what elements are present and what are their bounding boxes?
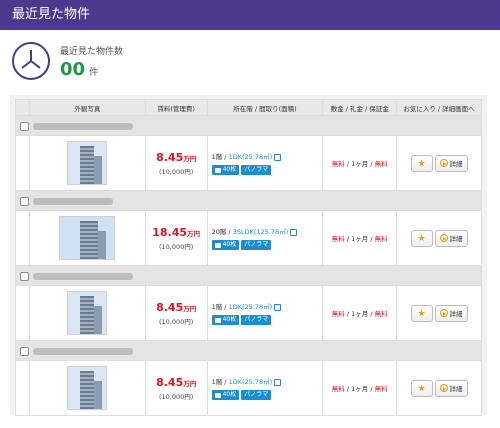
management-fee: (10,000円): [158, 242, 194, 251]
col-photo: 外観写真: [28, 99, 146, 116]
property-photo[interactable]: [59, 216, 116, 260]
rent-amount: 8.45: [156, 375, 184, 389]
recent-summary: 最近見た物件数 00 件: [12, 40, 123, 82]
property-name-row: [15, 340, 482, 361]
property-name-blurred[interactable]: [33, 273, 133, 280]
deposit-fees: 無料 / 1ヶ月 / 無料: [322, 210, 398, 266]
favorite-star-button[interactable]: ★: [410, 229, 433, 247]
copy-icon[interactable]: [290, 228, 298, 236]
rent-amount: 8.45: [156, 150, 184, 164]
management-fee: (10,000円): [158, 167, 194, 176]
photos-button[interactable]: 40枚: [211, 165, 240, 175]
play-icon: [439, 159, 448, 167]
rent-amount: 18.45: [152, 225, 188, 239]
photos-button[interactable]: 40枚: [211, 315, 240, 325]
detail-button[interactable]: 詳細: [434, 379, 468, 397]
count-label: 最近見た物件数: [60, 47, 124, 57]
recent-count: 00: [60, 59, 86, 80]
panorama-button[interactable]: パノラマ: [241, 240, 272, 250]
panorama-button[interactable]: パノラマ: [241, 165, 272, 175]
camera-icon: [214, 392, 221, 398]
property-row: 18.45万円 (10,000円) 20階 / 3SLDK(125.78㎡) 40…: [15, 210, 482, 266]
play-icon: [439, 234, 448, 242]
clock-icon: [12, 42, 50, 80]
copy-icon[interactable]: [274, 153, 282, 161]
col-rent: 賃料(管理費): [144, 99, 208, 116]
camera-icon: [214, 317, 221, 323]
play-icon: [439, 384, 448, 392]
property-list-panel: 外観写真 賃料(管理費) 所在階 / 間取り(面積) 敷金 / 礼金 / 保証金…: [10, 95, 487, 416]
property-row: 8.45万円 (10,000円) 1階 / 1DK(25.78㎡) 40枚 パノラマ…: [15, 135, 482, 191]
copy-icon[interactable]: [274, 303, 282, 311]
management-fee: (10,000円): [158, 317, 194, 326]
photos-button[interactable]: 40枚: [211, 390, 240, 400]
select-checkbox[interactable]: [20, 347, 29, 356]
floorplan-link[interactable]: 3SLDK(125.78㎡): [233, 228, 288, 236]
col-actions: お気に入り / 詳細画面へ: [396, 99, 482, 116]
camera-icon: [214, 242, 221, 248]
property-table: 外観写真 賃料(管理費) 所在階 / 間取り(面積) 敷金 / 礼金 / 保証金…: [15, 99, 482, 416]
property-name-row: [15, 115, 482, 136]
count-unit: 件: [89, 68, 99, 78]
play-icon: [439, 309, 448, 317]
col-floor-layout: 所在階 / 間取り(面積): [206, 99, 324, 116]
deposit-fees: 無料 / 1ヶ月 / 無料: [322, 360, 398, 416]
management-fee: (10,000円): [158, 392, 194, 401]
property-photo[interactable]: [67, 366, 108, 410]
property-name-blurred[interactable]: [33, 198, 113, 205]
detail-button[interactable]: 詳細: [434, 154, 468, 172]
property-name-row: [15, 265, 482, 286]
select-checkbox[interactable]: [20, 272, 29, 281]
page-title: 最近見た物件: [12, 7, 91, 22]
floorplan-link[interactable]: 1DK(25.78㎡): [229, 303, 273, 311]
page-header: 最近見た物件: [0, 0, 500, 30]
panorama-button[interactable]: パノラマ: [241, 390, 272, 400]
property-row: 8.45万円 (10,000円) 1階 / 1DK(25.78㎡) 40枚 パノラマ…: [15, 360, 482, 416]
copy-icon[interactable]: [274, 378, 282, 386]
property-row: 8.45万円 (10,000円) 1階 / 1DK(25.78㎡) 40枚 パノラマ…: [15, 285, 482, 341]
table-header: 外観写真 賃料(管理費) 所在階 / 間取り(面積) 敷金 / 礼金 / 保証金…: [15, 99, 482, 116]
property-photo[interactable]: [67, 141, 108, 185]
select-checkbox[interactable]: [20, 122, 29, 131]
favorite-star-button[interactable]: ★: [410, 379, 433, 397]
deposit-fees: 無料 / 1ヶ月 / 無料: [322, 135, 398, 191]
property-name-row: [15, 190, 482, 211]
rent-amount: 8.45: [156, 300, 184, 314]
camera-icon: [214, 167, 221, 173]
favorite-star-button[interactable]: ★: [410, 304, 433, 322]
detail-button[interactable]: 詳細: [434, 304, 468, 322]
detail-button[interactable]: 詳細: [434, 229, 468, 247]
floorplan-link[interactable]: 1DK(25.78㎡): [229, 378, 273, 386]
property-photo[interactable]: [67, 291, 108, 335]
property-name-blurred[interactable]: [33, 348, 133, 355]
floorplan-link[interactable]: 1DK(25.78㎡): [229, 153, 273, 161]
deposit-fees: 無料 / 1ヶ月 / 無料: [322, 285, 398, 341]
photos-button[interactable]: 40枚: [211, 240, 240, 250]
select-checkbox[interactable]: [20, 197, 29, 206]
favorite-star-button[interactable]: ★: [410, 154, 433, 172]
col-fees: 敷金 / 礼金 / 保証金: [322, 99, 398, 116]
panorama-button[interactable]: パノラマ: [241, 315, 272, 325]
property-name-blurred[interactable]: [33, 123, 133, 130]
